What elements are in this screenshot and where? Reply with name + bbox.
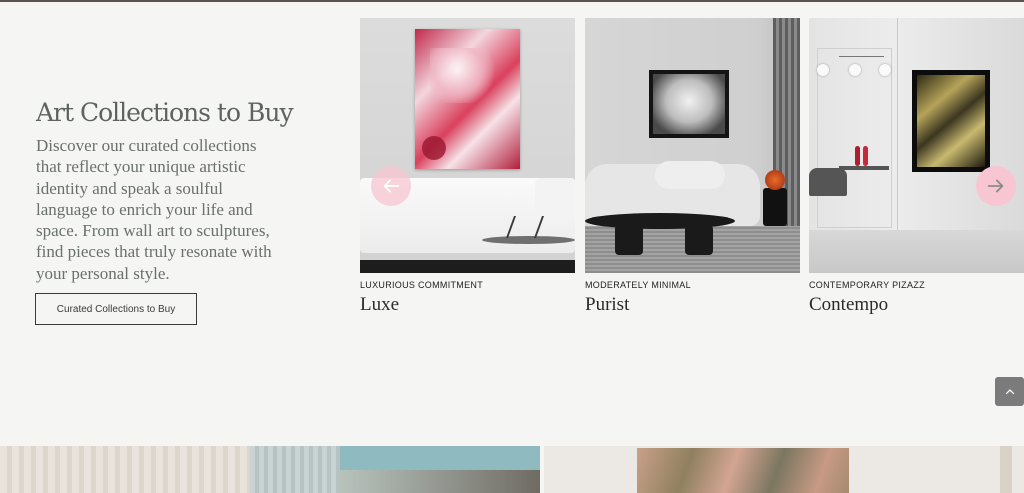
- collection-kicker: MODERATELY MINIMAL: [585, 280, 691, 290]
- artwork-painting: [912, 70, 990, 172]
- section-title: Art Collections to Buy: [36, 98, 294, 127]
- arrow-right-icon: [987, 179, 1004, 193]
- chevron-up-icon: [1005, 388, 1014, 394]
- collection-kicker: LUXURIOUS COMMITMENT: [360, 280, 483, 290]
- arrow-left-icon: [383, 179, 400, 193]
- collection-name[interactable]: Purist: [585, 294, 800, 316]
- next-section-images: [0, 446, 1024, 493]
- collection-name[interactable]: Luxe: [360, 294, 575, 316]
- intro-block: Art Collections to Buy Discover our cura…: [36, 97, 294, 284]
- collection-image[interactable]: [360, 18, 575, 273]
- carousel-prev-button[interactable]: [371, 166, 411, 206]
- carousel-next-button[interactable]: [976, 166, 1016, 206]
- collection-card-purist[interactable]: MODERATELY MINIMAL Purist: [585, 18, 800, 316]
- section-description: Discover our curated collections that re…: [36, 136, 272, 283]
- scroll-to-top-button[interactable]: [995, 377, 1024, 406]
- collection-image[interactable]: [809, 18, 1024, 273]
- curated-collections-button[interactable]: Curated Collections to Buy: [35, 293, 197, 325]
- collection-kicker: CONTEMPORARY PIZAZZ: [809, 280, 925, 290]
- top-border: [0, 0, 1024, 2]
- collection-image[interactable]: [585, 18, 800, 273]
- artwork-painting: [649, 70, 729, 138]
- collection-name[interactable]: Contempo: [809, 294, 1024, 316]
